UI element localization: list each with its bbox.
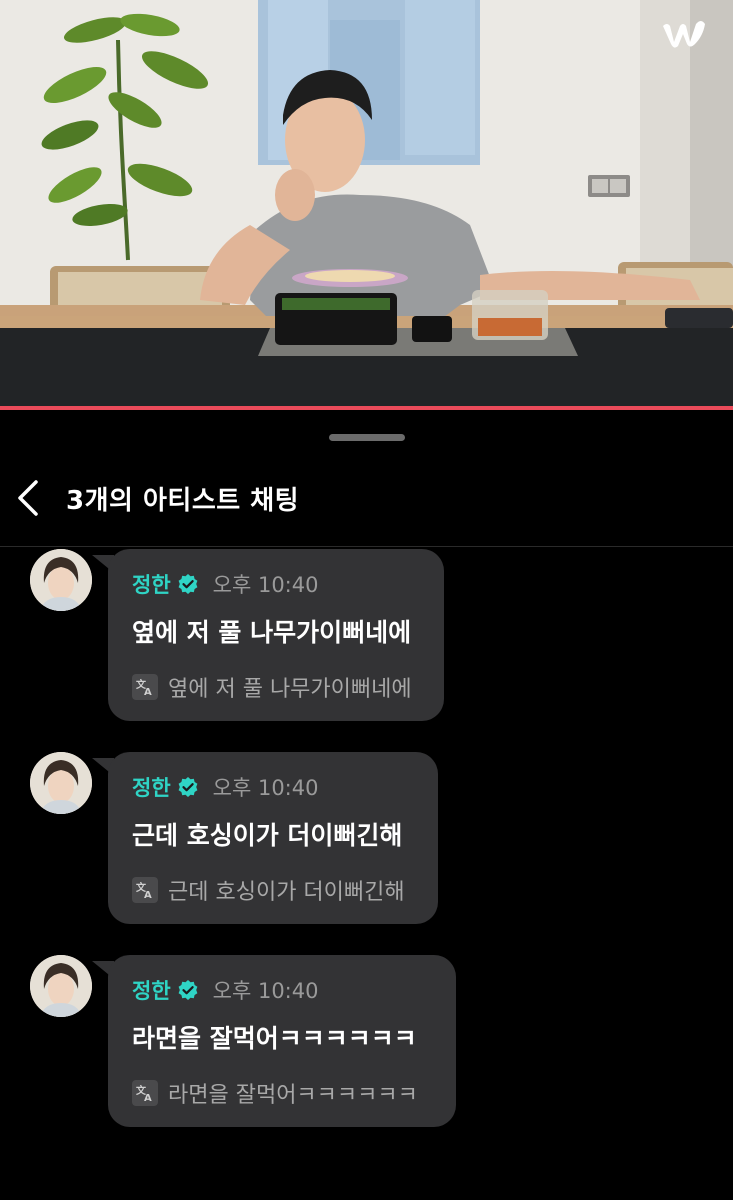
sender-name[interactable]: 정한: [132, 975, 171, 1005]
translation-row[interactable]: 文 A 라면을 잘먹어ㅋㅋㅋㅋㅋㅋ: [132, 1077, 418, 1109]
message-text: 라면을 잘먹어ㅋㅋㅋㅋㅋㅋ: [132, 1024, 417, 1053]
message-bubble[interactable]: 정한 오후 10:40 근데 호싱이가 더이뻐긴해 文 A 근데 호싱이가 더이…: [108, 752, 438, 924]
chevron-left-icon: [18, 480, 38, 516]
live-video-player[interactable]: [0, 0, 733, 408]
svg-text:A: A: [144, 687, 152, 697]
chat-message: 정한 오후 10:40 근데 호싱이가 더이뻐긴해 文 A 근데 호싱이가 더이…: [0, 752, 733, 924]
svg-text:A: A: [144, 1093, 152, 1103]
verified-badge-icon: [178, 777, 198, 797]
translation-row[interactable]: 文 A 근데 호싱이가 더이뻐긴해: [132, 874, 405, 906]
message-timestamp: 오후 10:40: [212, 573, 319, 597]
video-frame: [0, 0, 733, 408]
message-text: 옆에 저 풀 나무가이뻐네에: [132, 618, 412, 647]
chat-title: 3개의 아티스트 채팅: [66, 486, 300, 516]
chat-screen: 3개의 아티스트 채팅 정한 오후 10:40 옆에 저 풀 나무가이뻐네에 文…: [0, 0, 733, 1200]
translated-text: 근데 호싱이가 더이뻐긴해: [168, 880, 405, 905]
verified-badge-icon: [178, 574, 198, 594]
sender-name[interactable]: 정한: [132, 569, 171, 599]
translate-icon[interactable]: 文 A: [132, 674, 158, 700]
sender-name[interactable]: 정한: [132, 772, 171, 802]
message-timestamp: 오후 10:40: [212, 776, 319, 800]
chat-header: 3개의 아티스트 채팅: [0, 462, 733, 547]
avatar[interactable]: [30, 549, 92, 611]
translated-text: 옆에 저 풀 나무가이뻐네에: [168, 677, 412, 702]
svg-text:A: A: [144, 890, 152, 900]
translation-row[interactable]: 文 A 옆에 저 풀 나무가이뻐네에: [132, 671, 412, 703]
translate-icon[interactable]: 文 A: [132, 1080, 158, 1106]
back-button[interactable]: [6, 476, 50, 520]
translated-text: 라면을 잘먹어ㅋㅋㅋㅋㅋㅋ: [168, 1083, 418, 1108]
chat-message: 정한 오후 10:40 라면을 잘먹어ㅋㅋㅋㅋㅋㅋ 文 A 라면을 잘먹어ㅋㅋㅋ…: [0, 955, 733, 1127]
message-text: 근데 호싱이가 더이뻐긴해: [132, 821, 403, 850]
message-bubble[interactable]: 정한 오후 10:40 옆에 저 풀 나무가이뻐네에 文 A 옆에 저 풀 나무…: [108, 549, 444, 721]
chat-message: 정한 오후 10:40 옆에 저 풀 나무가이뻐네에 文 A 옆에 저 풀 나무…: [0, 549, 733, 721]
sheet-drag-handle[interactable]: [329, 434, 405, 441]
translate-icon[interactable]: 文 A: [132, 877, 158, 903]
weverse-logo-icon: [659, 14, 709, 54]
message-timestamp: 오후 10:40: [212, 979, 319, 1003]
avatar[interactable]: [30, 752, 92, 814]
video-progress-fill: [0, 406, 733, 410]
verified-badge-icon: [178, 980, 198, 1000]
avatar[interactable]: [30, 955, 92, 1017]
video-progress-bar[interactable]: [0, 406, 733, 410]
message-bubble[interactable]: 정한 오후 10:40 라면을 잘먹어ㅋㅋㅋㅋㅋㅋ 文 A 라면을 잘먹어ㅋㅋㅋ…: [108, 955, 456, 1127]
